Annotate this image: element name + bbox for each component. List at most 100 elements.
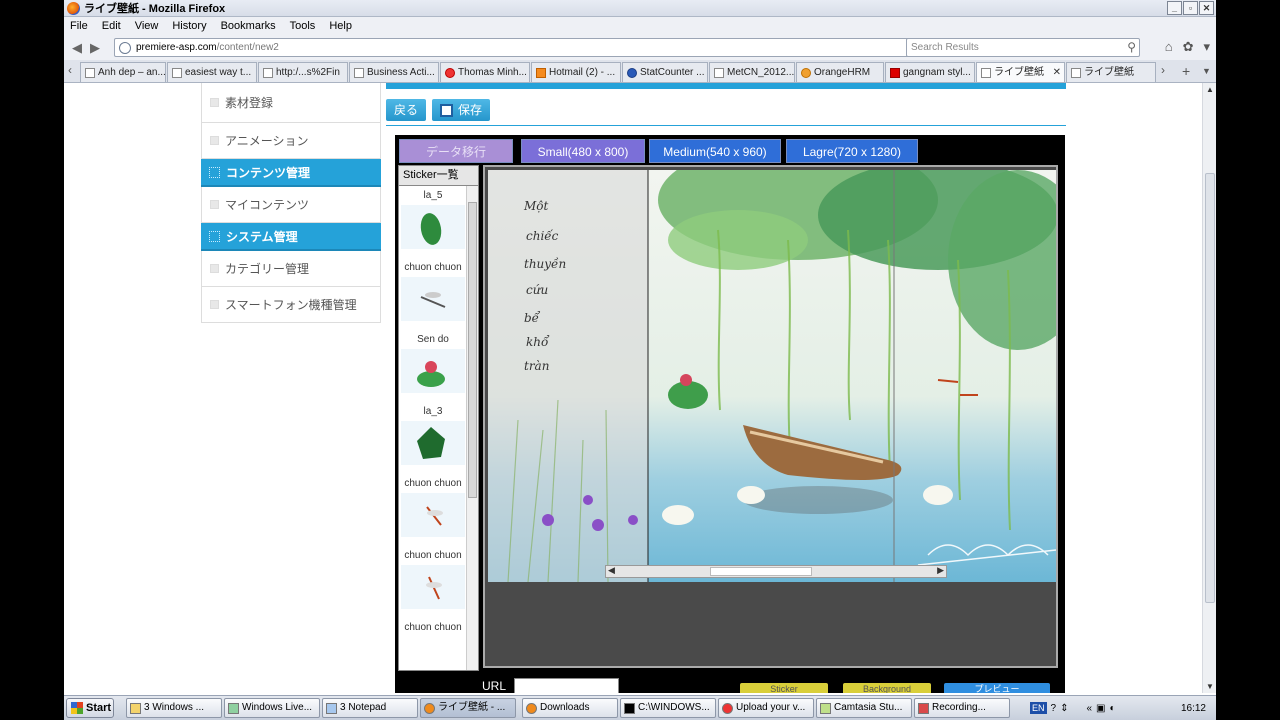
tab-scroll-left-icon[interactable]: ‹ xyxy=(68,63,72,77)
tab-label: easiest way t... xyxy=(185,66,252,78)
volume-icon[interactable]: ◐ xyxy=(1109,703,1115,714)
taskbar-item-notepad[interactable]: 3 Notepad xyxy=(322,698,418,718)
site-identity-icon[interactable] xyxy=(119,41,131,54)
tab-http[interactable]: http:/...s%2Fin xyxy=(258,62,348,82)
sticker-button[interactable]: Sticker xyxy=(740,683,828,693)
taskbar-item-downloads[interactable]: Downloads xyxy=(522,698,618,718)
menu-file[interactable]: File xyxy=(70,20,88,32)
clock[interactable]: 16:12 xyxy=(1181,703,1206,714)
tab-close-icon[interactable]: ✕ xyxy=(1053,64,1061,82)
url-host: premiere-asp.com xyxy=(136,42,217,53)
size-small-button[interactable]: Small(480 x 800) xyxy=(521,139,645,163)
sidemenu-material-register[interactable]: 素材登録 xyxy=(201,83,381,123)
sticker-item[interactable]: chuon chuon xyxy=(399,262,467,325)
scroll-up-arrow-icon[interactable]: ▲ xyxy=(1206,85,1214,94)
tab-label: Anh dep – an... xyxy=(98,66,166,78)
taskbar-item-windows[interactable]: 3 Windows ... xyxy=(126,698,222,718)
data-migrate-button[interactable]: データ移行 xyxy=(399,139,513,163)
taskbar-item-firefox-active[interactable]: ライブ壁紙 - ... xyxy=(420,698,516,718)
page-icon xyxy=(85,67,95,78)
home-icon[interactable]: ⌂ xyxy=(1165,39,1173,55)
window-controls: _ ▫ ✕ xyxy=(1167,1,1214,15)
sticker-item[interactable]: chuon chuon xyxy=(399,550,467,613)
taskbar-item-camtasia[interactable]: Camtasia Stu... xyxy=(816,698,912,718)
size-medium-button[interactable]: Medium(540 x 960) xyxy=(649,139,781,163)
sidemenu-my-content[interactable]: マイコンテンツ xyxy=(201,187,381,223)
sticker-label: chuon chuon xyxy=(404,262,462,273)
scroll-down-arrow-icon[interactable]: ▼ xyxy=(1206,682,1214,691)
forward-arrow-icon[interactable]: ▶ xyxy=(86,39,104,57)
menu-dropdown-icon[interactable]: ▾ xyxy=(1203,39,1210,55)
menu-view[interactable]: View xyxy=(135,20,159,32)
minimize-button[interactable]: _ xyxy=(1167,1,1182,15)
sidemenu-animation[interactable]: アニメーション xyxy=(201,123,381,159)
close-button[interactable]: ✕ xyxy=(1199,1,1214,15)
scroll-left-arrow-icon[interactable]: ◀ xyxy=(608,565,615,576)
search-icon[interactable]: ⚲ xyxy=(1127,40,1136,54)
sidemenu-smartphone-management[interactable]: スマートフォン機種管理 xyxy=(201,287,381,323)
menu-bookmarks[interactable]: Bookmarks xyxy=(221,20,276,32)
preview-button[interactable]: プレビュー xyxy=(944,683,1050,693)
tab-metcn[interactable]: MetCN_2012... xyxy=(709,62,795,82)
wallpaper-canvas[interactable]: Một chiếc thuyền cứu bể khổ tràn ◀ ▶ xyxy=(483,165,1058,668)
tab-gangnam-style[interactable]: gangnam styl... xyxy=(885,62,975,82)
tab-thomas-minh[interactable]: Thomas Minh... xyxy=(440,62,530,82)
canvas-horizontal-scrollbar[interactable]: ◀ ▶ xyxy=(605,565,947,578)
page-vertical-scrollbar[interactable]: ▲ ▼ xyxy=(1202,83,1216,693)
sidemenu-system-management[interactable]: システム管理 xyxy=(201,223,381,251)
address-bar[interactable]: premiere-asp.com /content/new2 ☆▾↻ xyxy=(114,38,962,57)
tray-expand-icon[interactable]: « xyxy=(1086,703,1092,714)
taskbar-item-windows-live[interactable]: Windows Live... xyxy=(224,698,320,718)
search-placeholder: Search Results xyxy=(911,42,979,53)
menu-history[interactable]: History xyxy=(172,20,206,32)
tab-easiest-way[interactable]: easiest way t... xyxy=(167,62,257,82)
sidemenu-label: コンテンツ管理 xyxy=(226,165,311,180)
scrollbar-thumb[interactable] xyxy=(468,202,477,498)
tab-business-acti[interactable]: Business Acti... xyxy=(349,62,439,82)
tab-anh-dep[interactable]: Anh dep – an... xyxy=(80,62,166,82)
sidemenu-content-management[interactable]: コンテンツ管理 xyxy=(201,159,381,187)
addon-icon[interactable]: ✿ xyxy=(1183,39,1194,55)
taskbar-item-recording[interactable]: Recording... xyxy=(914,698,1010,718)
sticker-item[interactable]: chuon chuon xyxy=(399,622,467,633)
save-button[interactable]: 保存 xyxy=(432,99,491,121)
background-button[interactable]: Background xyxy=(843,683,931,693)
back-arrow-icon[interactable]: ◀ xyxy=(68,39,86,57)
back-button[interactable]: 戻る xyxy=(386,99,427,121)
url-input[interactable] xyxy=(514,678,620,693)
sticker-item[interactable]: chuon chuon xyxy=(399,478,467,541)
tray-arrow-icon[interactable]: ⇕ xyxy=(1060,703,1068,714)
scroll-right-arrow-icon[interactable]: ▶ xyxy=(937,565,944,576)
sticker-item[interactable]: Sen do xyxy=(399,334,467,397)
tab-hotmail[interactable]: Hotmail (2) - ... xyxy=(531,62,621,82)
size-large-button[interactable]: Lagre(720 x 1280) xyxy=(786,139,918,163)
language-indicator[interactable]: EN xyxy=(1030,702,1047,714)
tab-orangehrm[interactable]: OrangeHRM xyxy=(796,62,884,82)
menu-help[interactable]: Help xyxy=(329,20,352,32)
sticker-item[interactable]: la_3 xyxy=(399,406,467,469)
taskbar-item-cmd[interactable]: C:\WINDOWS... xyxy=(620,698,716,718)
tab-statcounter[interactable]: StatCounter ... xyxy=(622,62,708,82)
sidemenu-category-management[interactable]: カテゴリー管理 xyxy=(201,251,381,287)
start-button[interactable]: Start xyxy=(66,698,114,718)
tab-list-icon[interactable]: ▼ xyxy=(1202,66,1211,76)
taskbar-item-upload[interactable]: Upload your v... xyxy=(718,698,814,718)
scrollbar-thumb[interactable] xyxy=(710,567,812,576)
sticker-item[interactable]: la_5 xyxy=(399,190,467,253)
tab-scroll-right-icon[interactable]: › xyxy=(1161,63,1165,77)
menu-edit[interactable]: Edit xyxy=(102,20,121,32)
video-letterbox-left xyxy=(0,0,64,720)
maximize-button[interactable]: ▫ xyxy=(1183,1,1198,15)
search-input[interactable]: Search Results ⚲ xyxy=(906,38,1140,57)
scrollbar-thumb[interactable] xyxy=(1205,173,1215,603)
new-tab-icon[interactable]: + xyxy=(1182,63,1190,79)
dragonfly-icon xyxy=(401,277,465,321)
sticker-list-scrollbar[interactable] xyxy=(466,186,478,670)
tab-live-wallpaper-active[interactable]: ライブ壁紙 ✕ xyxy=(976,62,1065,82)
network-icon[interactable]: ▣ xyxy=(1096,703,1105,714)
help-icon[interactable]: ? xyxy=(1051,703,1057,714)
lotus-icon xyxy=(401,349,465,393)
bullet-icon xyxy=(210,200,219,209)
tab-live-wallpaper[interactable]: ライブ壁紙 xyxy=(1066,62,1156,82)
menu-tools[interactable]: Tools xyxy=(290,20,316,32)
